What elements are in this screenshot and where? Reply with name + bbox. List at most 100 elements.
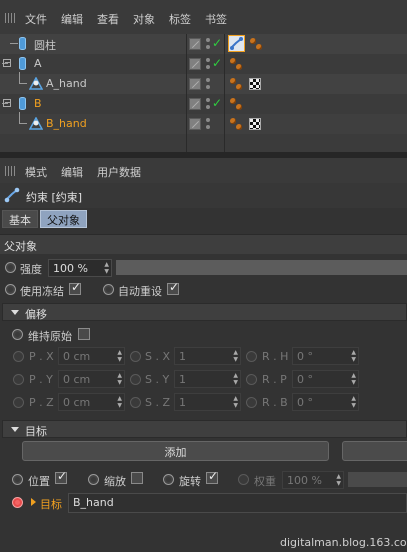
animate-radio[interactable] bbox=[246, 397, 257, 408]
column-separator[interactable] bbox=[186, 34, 187, 152]
py-field[interactable]: 0 cm ▲ ▼ bbox=[58, 370, 125, 388]
render-dots-icon[interactable] bbox=[206, 58, 210, 70]
keep-original-checkbox[interactable] bbox=[78, 328, 90, 340]
menu-edit[interactable]: 编辑 bbox=[61, 11, 83, 27]
object-row-A[interactable]: − A ✓ bbox=[0, 54, 407, 74]
animate-radio-keyed[interactable] bbox=[12, 497, 23, 508]
joint-tag-icon[interactable] bbox=[248, 36, 264, 52]
joint-tag-icon[interactable] bbox=[228, 96, 244, 112]
rb-field[interactable]: 0 ° ▲ ▼ bbox=[292, 393, 359, 411]
target-group-header[interactable]: 目标 bbox=[2, 420, 407, 438]
rh-field[interactable]: 0 ° ▲ ▼ bbox=[292, 347, 359, 365]
animate-radio[interactable] bbox=[88, 474, 99, 485]
animate-radio[interactable] bbox=[163, 474, 174, 485]
menu-bookmark[interactable]: 书签 bbox=[205, 11, 227, 27]
texture-tag-icon[interactable] bbox=[249, 118, 261, 130]
menu-object[interactable]: 对象 bbox=[133, 11, 155, 27]
visibility-toggle-icon[interactable] bbox=[189, 78, 201, 90]
animate-radio[interactable] bbox=[246, 374, 257, 385]
keep-original-label: 维持原始 bbox=[28, 330, 72, 343]
expand-arrow-icon[interactable] bbox=[31, 498, 36, 506]
object-row-cylinder[interactable]: 圆柱 ✓ bbox=[0, 34, 407, 54]
animate-radio[interactable] bbox=[5, 284, 16, 295]
collapse-icon[interactable]: − bbox=[3, 59, 11, 67]
offset-group-header[interactable]: 偏移 bbox=[2, 303, 407, 321]
visibility-toggle-icon[interactable] bbox=[189, 38, 201, 50]
target-label: 目标 bbox=[40, 498, 62, 511]
use-freeze-label: 使用冻结 bbox=[20, 285, 64, 298]
sx-label: S . X bbox=[145, 350, 171, 363]
scale-label: 缩放 bbox=[104, 475, 126, 488]
strength-field[interactable]: 100 % ▲ ▼ bbox=[48, 259, 112, 277]
sy-field[interactable]: 1 ▲ ▼ bbox=[174, 370, 241, 388]
animate-radio[interactable] bbox=[130, 374, 141, 385]
render-dots-icon[interactable] bbox=[206, 78, 210, 90]
sx-field[interactable]: 1 ▲ ▼ bbox=[174, 347, 241, 365]
tree-connector bbox=[19, 83, 27, 84]
joint-icon bbox=[28, 76, 44, 90]
auto-reset-checkbox[interactable]: ✓ bbox=[167, 280, 179, 295]
scale-checkbox[interactable] bbox=[131, 472, 143, 484]
animate-radio[interactable] bbox=[130, 351, 141, 362]
menu-file[interactable]: 文件 bbox=[25, 11, 47, 27]
enabled-check-icon[interactable]: ✓ bbox=[212, 56, 222, 70]
menu-user-data[interactable]: 用户数据 bbox=[97, 164, 141, 180]
animate-radio[interactable] bbox=[130, 397, 141, 408]
attribute-title: 约束 [约束] bbox=[26, 191, 83, 204]
animate-radio[interactable] bbox=[246, 351, 257, 362]
remove-target-button[interactable] bbox=[342, 441, 407, 461]
pz-field[interactable]: 0 cm ▲ ▼ bbox=[58, 393, 125, 411]
joint-tag-icon[interactable] bbox=[228, 116, 244, 132]
visibility-toggle-icon[interactable] bbox=[189, 58, 201, 70]
constraint-tag-icon[interactable] bbox=[228, 35, 245, 52]
menu-view[interactable]: 查看 bbox=[97, 11, 119, 27]
panel-grip-icon[interactable] bbox=[5, 13, 17, 23]
px-field[interactable]: 0 cm ▲ ▼ bbox=[58, 347, 125, 365]
enabled-check-icon[interactable]: ✓ bbox=[212, 96, 222, 110]
joint-tag-icon[interactable] bbox=[228, 76, 244, 92]
menu-edit[interactable]: 编辑 bbox=[61, 164, 83, 180]
menu-tag[interactable]: 标签 bbox=[169, 11, 191, 27]
target-link-field[interactable]: B_hand bbox=[68, 493, 407, 513]
animate-radio[interactable] bbox=[238, 474, 249, 485]
object-name: B bbox=[34, 97, 42, 110]
render-dots-icon[interactable] bbox=[206, 98, 210, 110]
sz-field[interactable]: 1 ▲ ▼ bbox=[174, 393, 241, 411]
animate-radio[interactable] bbox=[13, 351, 24, 362]
expand-triangle-icon[interactable] bbox=[11, 310, 19, 315]
weight-field[interactable]: 100 % ▲ ▼ bbox=[282, 471, 344, 489]
object-row-B[interactable]: − B ✓ bbox=[0, 94, 407, 114]
texture-tag-icon[interactable] bbox=[249, 78, 261, 90]
joint-tag-icon[interactable] bbox=[228, 56, 244, 72]
render-dots-icon[interactable] bbox=[206, 38, 210, 50]
visibility-toggle-icon[interactable] bbox=[189, 118, 201, 130]
expand-triangle-icon[interactable] bbox=[11, 427, 19, 432]
enabled-check-icon[interactable]: ✓ bbox=[212, 36, 222, 50]
animate-radio[interactable] bbox=[12, 329, 23, 340]
object-row-B-hand[interactable]: B_hand bbox=[0, 112, 407, 134]
collapse-icon[interactable]: − bbox=[3, 99, 11, 107]
use-freeze-checkbox[interactable]: ✓ bbox=[69, 280, 81, 295]
animate-radio[interactable] bbox=[13, 397, 24, 408]
visibility-toggle-icon[interactable] bbox=[189, 98, 201, 110]
rotation-checkbox[interactable]: ✓ bbox=[206, 469, 218, 484]
render-dots-icon[interactable] bbox=[206, 118, 210, 130]
animate-radio[interactable] bbox=[13, 374, 24, 385]
strength-slider[interactable] bbox=[116, 260, 407, 275]
animate-radio[interactable] bbox=[12, 474, 23, 485]
animate-radio[interactable] bbox=[5, 262, 16, 273]
spinner-icon[interactable]: ▲ ▼ bbox=[104, 261, 109, 275]
tab-parent[interactable]: 父对象 bbox=[40, 210, 87, 228]
column-separator[interactable] bbox=[224, 34, 225, 152]
animate-radio[interactable] bbox=[103, 284, 114, 295]
tree-connector bbox=[10, 43, 18, 44]
tab-basic[interactable]: 基本 bbox=[2, 210, 38, 228]
panel-grip-icon[interactable] bbox=[5, 166, 17, 176]
weight-slider[interactable] bbox=[348, 472, 407, 487]
object-row-A-hand[interactable]: A_hand bbox=[0, 72, 407, 94]
object-list: 圆柱 ✓ − A ✓ A_hand − B ✓ B_hand bbox=[0, 34, 407, 152]
menu-mode[interactable]: 模式 bbox=[25, 164, 47, 180]
add-target-button[interactable]: 添加 bbox=[22, 441, 329, 461]
rp-field[interactable]: 0 ° ▲ ▼ bbox=[292, 370, 359, 388]
position-checkbox[interactable]: ✓ bbox=[55, 469, 67, 484]
